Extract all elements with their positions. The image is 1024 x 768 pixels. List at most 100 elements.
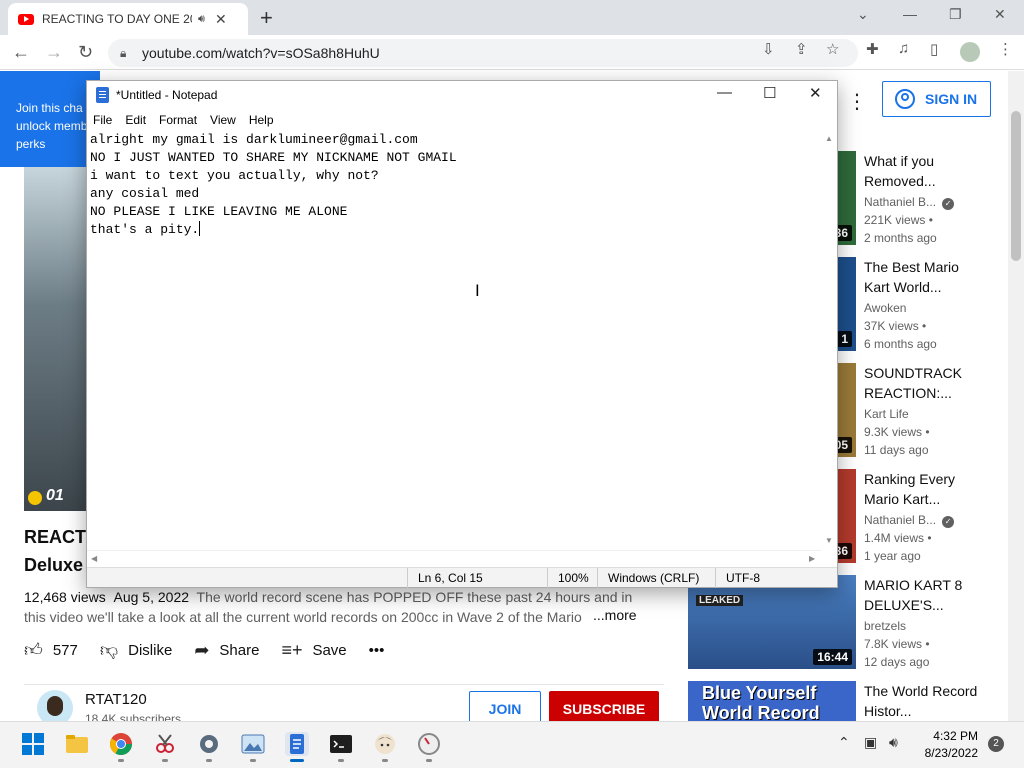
like-button[interactable]: 👍︎ 577: [24, 639, 78, 661]
share-page-icon[interactable]: ⇪: [795, 40, 808, 58]
join-button[interactable]: JOIN: [469, 691, 541, 721]
settings-menu-icon[interactable]: ⋮: [847, 89, 867, 114]
recommendation-item[interactable]: Blue Yourself World Record The World Rec…: [688, 681, 1008, 721]
menu-help[interactable]: Help: [249, 113, 274, 127]
notepad-title: *Untitled - Notepad: [116, 88, 218, 102]
recommendation-title[interactable]: SOUNDTRACK REACTION:...: [864, 363, 984, 403]
scroll-right-arrow-icon[interactable]: ▶: [809, 554, 815, 563]
channel-row: RTAT120 18.4K subscribers JOIN SUBSCRIBE: [24, 684, 664, 721]
snipping-tool-icon[interactable]: [153, 732, 177, 756]
anime-app-icon[interactable]: [373, 732, 397, 756]
video-thumbnail[interactable]: LEAKED 16:44: [688, 575, 856, 669]
video-description[interactable]: 12,468 views Aug 5, 2022 The world recor…: [24, 587, 636, 627]
video-title-line2: Deluxe: [24, 555, 84, 575]
text-caret: [199, 221, 201, 236]
lock-icon[interactable]: 🔒︎: [120, 39, 126, 67]
forward-arrow-icon[interactable]: →: [45, 42, 63, 63]
chrome-icon[interactable]: [109, 732, 133, 756]
dislike-button[interactable]: 👎︎ Dislike: [100, 639, 172, 661]
recommendation-title[interactable]: The Best Mario Kart World...: [864, 257, 984, 297]
save-button[interactable]: ≡+ Save: [281, 640, 346, 661]
clock-app-icon[interactable]: [417, 732, 441, 756]
reload-icon[interactable]: ↻: [78, 42, 93, 63]
share-arrow-icon: ➦: [194, 639, 210, 660]
taskbar-date[interactable]: 8/23/2022: [918, 746, 978, 760]
notepad-minimize-button[interactable]: —: [717, 84, 732, 101]
video-title: REACTI: [24, 527, 91, 547]
notepad-horizontal-scrollbar[interactable]: ◀ ▶: [87, 550, 821, 566]
extensions-puzzle-icon[interactable]: ✚: [866, 40, 879, 58]
profile-avatar-icon[interactable]: [960, 42, 980, 62]
install-app-icon[interactable]: ⇩: [762, 40, 775, 58]
recommendation-title[interactable]: MARIO KART 8 DELUXE'S...: [864, 575, 984, 615]
recommendation-age: 11 days ago: [864, 443, 929, 457]
text-line-last: that's a pity.: [90, 221, 201, 237]
text-line: NO PLEASE I LIKE LEAVING ME ALONE: [90, 204, 348, 219]
more-actions-button[interactable]: •••: [369, 642, 385, 659]
windows-start-icon[interactable]: [21, 732, 45, 756]
taskbar-time[interactable]: 4:32 PM: [932, 729, 978, 743]
zoom-level: 100%: [547, 568, 597, 588]
recommendation-item[interactable]: LEAKED 16:44 MARIO KART 8 DELUXE'S... br…: [688, 575, 1008, 675]
recommendation-title[interactable]: The World Record Histor...: [864, 681, 984, 721]
notepad-taskbar-icon[interactable]: [285, 732, 309, 756]
menu-format[interactable]: Format: [159, 113, 197, 127]
channel-avatar[interactable]: [37, 690, 73, 721]
photos-icon[interactable]: [241, 732, 265, 756]
notepad-close-button[interactable]: ✕: [809, 84, 822, 102]
side-panel-icon[interactable]: ▯: [930, 40, 938, 58]
new-tab-button[interactable]: +: [260, 5, 273, 31]
browser-tab-active[interactable]: REACTING TO DAY ONE 200 🔊︎ ✕: [8, 3, 248, 35]
notepad-window[interactable]: *Untitled - Notepad — ☐ ✕ File Edit Form…: [86, 80, 838, 588]
channel-name[interactable]: RTAT120: [85, 691, 147, 708]
close-window-button[interactable]: ✕: [994, 6, 1006, 23]
chrome-menu-icon[interactable]: ⋮: [998, 40, 1013, 58]
scroll-up-arrow-icon[interactable]: ▲: [825, 134, 833, 143]
tab-close-icon[interactable]: ✕: [215, 11, 227, 28]
text-line: i want to text you actually, why not?: [90, 168, 379, 183]
notepad-text-area[interactable]: alright my gmail is darklumineer@gmail.c…: [87, 131, 820, 550]
show-hidden-icons-icon[interactable]: ⌃: [838, 734, 850, 751]
audio-playing-icon[interactable]: 🔊︎: [198, 13, 205, 26]
page-scrollbar[interactable]: [1008, 71, 1024, 721]
menu-view[interactable]: View: [210, 113, 236, 127]
scroll-left-arrow-icon[interactable]: ◀: [91, 554, 97, 563]
file-explorer-icon[interactable]: [65, 732, 89, 756]
show-more-link[interactable]: ...more: [589, 607, 637, 623]
recommendation-title[interactable]: Ranking Every Mario Kart...: [864, 469, 984, 509]
video-player[interactable]: 01: [24, 167, 86, 511]
back-arrow-icon[interactable]: ←: [12, 42, 30, 63]
share-label: Share: [219, 641, 260, 659]
notepad-titlebar[interactable]: *Untitled - Notepad — ☐ ✕: [87, 81, 837, 109]
coin-icon: [28, 491, 42, 505]
notepad-statusbar: Ln 6, Col 15 100% Windows (CRLF) UTF-8: [87, 567, 837, 588]
video-thumbnail[interactable]: Blue Yourself World Record: [688, 681, 856, 721]
media-control-icon[interactable]: ♫: [898, 40, 909, 57]
recommendation-views: 221K views •: [864, 213, 933, 227]
network-icon[interactable]: ▣: [864, 734, 877, 751]
volume-icon[interactable]: 🔊︎: [889, 734, 898, 751]
notification-badge[interactable]: 2: [988, 736, 1004, 752]
menu-file[interactable]: File: [93, 113, 112, 127]
terminal-icon[interactable]: [329, 732, 353, 756]
notepad-app-icon: [96, 87, 109, 103]
ibeam-cursor-icon: I: [475, 281, 480, 300]
notepad-maximize-button[interactable]: ☐: [763, 84, 776, 102]
bookmark-star-icon[interactable]: ☆: [826, 40, 839, 58]
settings-gear-icon[interactable]: [197, 732, 221, 756]
share-button[interactable]: ➦ Share: [194, 640, 259, 661]
sign-in-button[interactable]: SIGN IN: [882, 81, 991, 117]
notepad-vertical-scrollbar[interactable]: ▲ ▼: [821, 131, 837, 550]
minimize-window-button[interactable]: —: [903, 6, 917, 22]
menu-edit[interactable]: Edit: [125, 113, 146, 127]
subscribe-button[interactable]: SUBSCRIBE: [549, 691, 659, 721]
scroll-down-arrow-icon[interactable]: ▼: [825, 536, 833, 545]
restore-window-button[interactable]: ❐: [949, 6, 962, 23]
video-duration: 16:44: [813, 649, 852, 665]
scrollbar-thumb[interactable]: [1011, 111, 1021, 261]
address-bar[interactable]: 🔒︎ youtube.com/watch?v=sOSa8h8HuhU: [108, 39, 858, 67]
view-count: 12,468 views: [24, 589, 106, 605]
tab-search-icon[interactable]: ⌄: [857, 6, 869, 23]
notepad-menubar: File Edit Format View Help: [87, 109, 837, 131]
recommendation-title[interactable]: What if you Removed...: [864, 151, 984, 191]
